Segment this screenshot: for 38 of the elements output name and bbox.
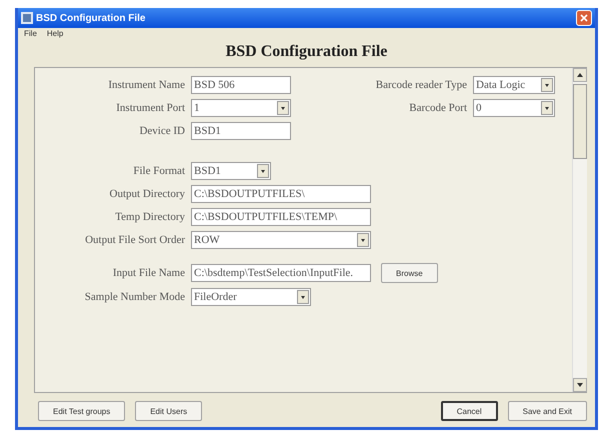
action-button[interactable]: Edit Test groups [38,401,126,421]
text-field[interactable]: BSD1 [191,122,291,140]
dropdown-field[interactable]: BSD1 [191,162,271,180]
field-label: Device ID [138,125,185,137]
field-label: Sample Number Mode [84,291,185,303]
field-label: Barcode reader Type [374,79,467,91]
action-button[interactable]: Edit Users [135,401,202,421]
field-label: Barcode Port [408,102,467,114]
menu-item[interactable]: File [24,29,37,38]
window-title: BSD Configuration File [36,12,146,24]
text-field[interactable]: BSD 506 [191,76,291,94]
page-heading: BSD Configuration File [224,42,388,62]
dropdown-field[interactable]: ROW [191,231,371,249]
scrollbar[interactable] [572,68,587,392]
field-label: File Format [132,165,185,177]
text-field[interactable]: C:\BSDOUTPUTFILES\TEMP\ [191,208,371,226]
browse-button[interactable]: Browse [381,263,438,283]
action-button[interactable]: Save and Exit [508,401,587,421]
field-label: Instrument Port [115,102,185,114]
dropdown-field[interactable]: 1 [191,99,291,117]
scroll-down-icon[interactable] [577,383,583,387]
field-label: Instrument Name [107,79,185,91]
field-label: Output File Sort Order [84,234,185,246]
close-icon [580,14,588,22]
field-label: Temp Directory [114,211,185,223]
menu-item[interactable]: Help [46,29,64,38]
text-field[interactable]: C:\bsdtemp\TestSelection\InputFile. [191,264,371,282]
scroll-up-icon[interactable] [577,73,583,77]
field-label: Input File Name [112,267,185,279]
dropdown-field[interactable]: 0 [473,99,555,117]
text-field[interactable]: C:\BSDOUTPUTFILES\ [191,185,371,203]
close-button[interactable] [576,10,592,26]
field-label: Output Directory [108,188,185,200]
action-button[interactable]: Cancel [440,401,498,421]
dropdown-field[interactable]: Data Logic [473,76,555,94]
scroll-thumb[interactable] [573,84,587,159]
dropdown-field[interactable]: FileOrder [191,288,311,306]
app-icon [21,12,33,24]
